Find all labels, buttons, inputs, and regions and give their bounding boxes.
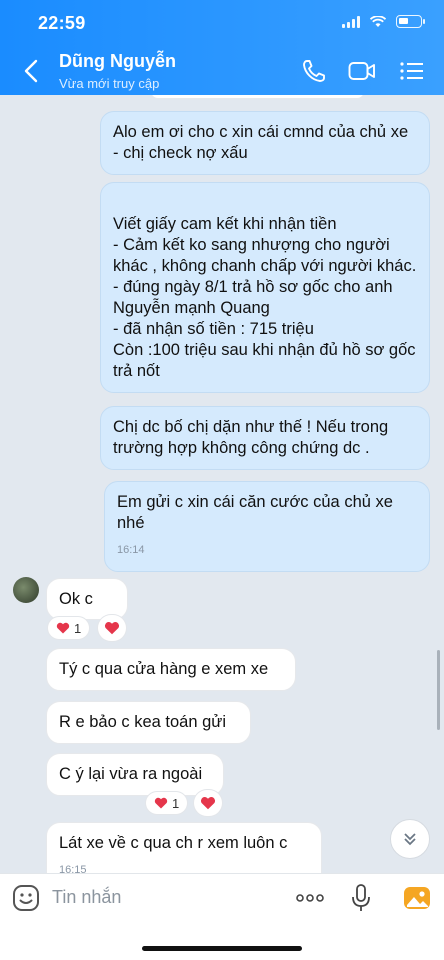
- status-time: 22:59: [38, 13, 86, 33]
- menu-list-icon[interactable]: [398, 58, 426, 84]
- react-button[interactable]: [194, 790, 222, 816]
- reaction-count-value: 1: [172, 795, 180, 811]
- message-bubble-partial: [150, 95, 365, 99]
- message-text: R e bảo c kea toán gửi: [59, 713, 226, 731]
- image-icon[interactable]: [403, 884, 431, 912]
- message-text: Lát xe về c qua ch r xem luôn c: [59, 834, 288, 852]
- scroll-to-bottom-button[interactable]: [390, 819, 430, 859]
- status-icons: [342, 15, 425, 28]
- phone-icon[interactable]: [300, 58, 328, 84]
- message-input[interactable]: Tin nhắn: [52, 887, 121, 908]
- message-text: Ok c: [59, 590, 93, 608]
- message-bubble-outgoing[interactable]: Chị dc bố chị dặn như thế ! Nếu trong tr…: [100, 406, 430, 470]
- contact-status: Vừa mới truy cập: [59, 76, 160, 91]
- double-chevron-down-icon: [404, 833, 416, 846]
- message-text: Chị dc bố chị dặn như thế ! Nếu trong tr…: [113, 418, 389, 457]
- composer-bar: Tin nhắn: [0, 873, 444, 960]
- heart-icon: [56, 622, 70, 634]
- message-time: 16:15: [59, 864, 87, 873]
- message-bubble-outgoing[interactable]: Viết giấy cam kết khi nhận tiền - Cảm kế…: [100, 182, 430, 393]
- message-text: Tý c qua cửa hàng e xem xe: [59, 660, 269, 678]
- reaction-count[interactable]: 1: [48, 617, 90, 639]
- more-options-icon[interactable]: [294, 887, 326, 909]
- reaction-count-value: 1: [74, 620, 82, 636]
- heart-icon: [104, 622, 120, 635]
- back-icon[interactable]: [20, 57, 44, 85]
- reaction-count[interactable]: 1: [146, 792, 188, 814]
- battery-icon: [396, 15, 425, 28]
- message-text: C ý lại vừa ra ngoài: [59, 765, 203, 783]
- message-text: Viết giấy cam kết khi nhận tiền - Cảm kế…: [113, 215, 417, 380]
- contact-name[interactable]: Dũng Nguyễn: [59, 51, 176, 72]
- home-indicator: [142, 946, 302, 951]
- message-bubble-incoming[interactable]: R e bảo c kea toán gửi: [46, 701, 251, 744]
- microphone-icon[interactable]: [350, 883, 372, 913]
- message-text: Em gửi c xin cái căn cước của chủ xe nhé: [117, 493, 393, 532]
- status-bar: 22:59: [0, 0, 444, 44]
- heart-icon: [154, 797, 168, 809]
- message-bubble-incoming[interactable]: Tý c qua cửa hàng e xem xe: [46, 648, 296, 691]
- signal-icon: [342, 15, 360, 28]
- message-time: 16:14: [117, 544, 145, 556]
- message-bubble-outgoing[interactable]: Em gửi c xin cái căn cước của chủ xe nhé…: [104, 481, 430, 572]
- message-text: Alo em ơi cho c xin cái cmnd của chủ xe …: [113, 123, 409, 162]
- chat-header: 22:59 Dũng Nguyễn Vừa mới truy cập: [0, 0, 444, 95]
- message-list[interactable]: Alo em ơi cho c xin cái cmnd của chủ xe …: [0, 95, 444, 873]
- heart-icon: [200, 797, 216, 810]
- message-bubble-outgoing[interactable]: Alo em ơi cho c xin cái cmnd của chủ xe …: [100, 111, 430, 175]
- message-bubble-incoming[interactable]: Lát xe về c qua ch r xem luôn c 16:15: [46, 822, 322, 873]
- message-bubble-incoming[interactable]: Ok c: [46, 578, 128, 620]
- sticker-icon[interactable]: [12, 884, 40, 912]
- wifi-icon: [370, 15, 386, 27]
- avatar[interactable]: [13, 577, 39, 603]
- react-button[interactable]: [98, 615, 126, 641]
- video-call-icon[interactable]: [348, 58, 376, 84]
- message-bubble-incoming[interactable]: C ý lại vừa ra ngoài: [46, 753, 224, 796]
- scrollbar[interactable]: [437, 650, 440, 730]
